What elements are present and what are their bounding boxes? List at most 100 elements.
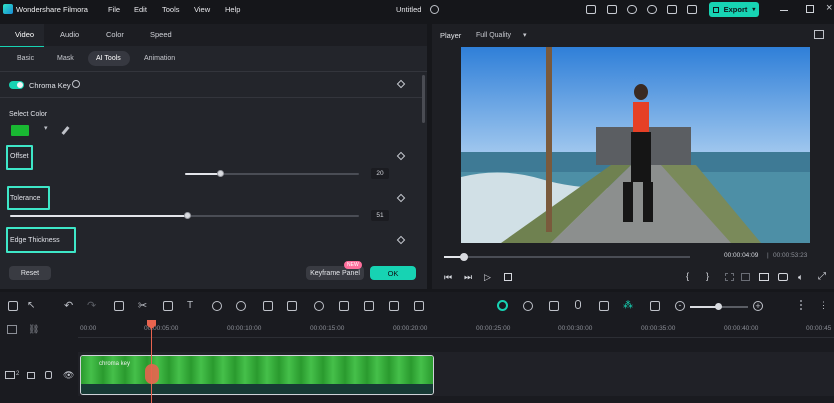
apps-grid-icon[interactable] xyxy=(687,5,697,14)
tab-color[interactable]: Color xyxy=(106,30,124,39)
split-scissors-icon[interactable]: ✂ xyxy=(138,299,147,312)
zoom-slider-fill xyxy=(690,306,718,308)
audio-adjust-icon[interactable] xyxy=(287,301,297,311)
adjust-icon[interactable] xyxy=(364,301,374,311)
snapshot-frame-icon[interactable] xyxy=(814,30,824,39)
link-icon[interactable]: ⛓︎ xyxy=(28,324,39,335)
camera-snapshot-icon[interactable] xyxy=(778,273,788,281)
select-tool-icon[interactable]: ↖ xyxy=(27,300,35,311)
ai-tools-icon[interactable] xyxy=(314,301,324,311)
reset-button[interactable]: Reset xyxy=(9,266,51,280)
cloud-icon[interactable] xyxy=(627,5,637,14)
audio-split-icon[interactable] xyxy=(389,301,399,311)
pip-icon[interactable] xyxy=(650,301,660,311)
track-visibility-icon[interactable]: 👁︎ xyxy=(63,370,74,381)
menu-view[interactable]: View xyxy=(194,5,210,14)
display-icon[interactable] xyxy=(759,273,769,281)
color-dropdown-chevron-icon[interactable]: ▾ xyxy=(44,124,48,132)
ruler-label: 00:00:20:00 xyxy=(393,325,428,332)
track-lock-icon[interactable] xyxy=(45,371,52,379)
layout-icon[interactable] xyxy=(586,5,596,14)
notification-icon[interactable] xyxy=(667,5,677,14)
previous-frame-icon[interactable]: ⏮ xyxy=(444,272,452,283)
tolerance-value[interactable]: 51 xyxy=(371,210,389,221)
video-preview[interactable] xyxy=(461,47,810,243)
help-icon[interactable] xyxy=(72,80,80,88)
clip-frames xyxy=(81,356,433,384)
mark-in-icon[interactable]: { xyxy=(686,271,689,281)
subtab-basic[interactable]: Basic xyxy=(17,55,34,62)
save-status-icon xyxy=(430,5,439,14)
subtab-divider xyxy=(0,71,427,72)
delete-icon[interactable] xyxy=(114,301,124,311)
volume-icon[interactable]: 🔈︎ xyxy=(798,272,803,283)
stabilize-icon[interactable] xyxy=(263,301,273,311)
offset-value[interactable]: 20 xyxy=(371,168,389,179)
menu-help[interactable]: Help xyxy=(225,5,240,14)
color-swatch[interactable] xyxy=(11,125,29,136)
chroma-key-toggle[interactable] xyxy=(9,81,24,89)
more-tools-icon[interactable] xyxy=(414,301,424,311)
voiceover-icon[interactable] xyxy=(599,301,609,311)
timeline-expand-icon[interactable]: ⋮ xyxy=(819,300,828,311)
menu-edit[interactable]: Edit xyxy=(134,5,147,14)
tab-speed[interactable]: Speed xyxy=(150,30,172,39)
speed-icon[interactable] xyxy=(212,301,222,311)
text-icon[interactable]: T xyxy=(187,300,193,311)
export-button[interactable]: Export ▾ xyxy=(709,2,759,17)
menu-file[interactable]: File xyxy=(108,5,120,14)
subtab-animation[interactable]: Animation xyxy=(144,55,175,62)
quality-dropdown[interactable]: Full Quality ▾ xyxy=(476,31,526,39)
mark-out-icon[interactable]: } xyxy=(706,271,709,281)
undo-icon[interactable]: ↶ xyxy=(64,299,73,312)
track-folder-icon[interactable] xyxy=(27,372,35,379)
crop-icon[interactable] xyxy=(163,301,173,311)
tab-audio[interactable]: Audio xyxy=(60,30,79,39)
chroma-key-title: Chroma Key xyxy=(29,81,71,90)
auto-highlight-icon[interactable] xyxy=(497,300,508,311)
headset-icon[interactable] xyxy=(647,5,657,14)
microphone-icon[interactable] xyxy=(575,300,581,309)
fullscreen-toggle-icon[interactable] xyxy=(741,273,750,281)
ok-button[interactable]: OK xyxy=(370,266,416,280)
player-progress-track[interactable] xyxy=(444,256,690,258)
player-progress-knob[interactable] xyxy=(459,253,468,261)
tolerance-label: Tolerance xyxy=(10,195,41,202)
time-separator: | xyxy=(767,252,769,259)
restore-icon[interactable] xyxy=(806,5,814,13)
new-badge: NEW xyxy=(344,261,362,269)
stop-icon[interactable] xyxy=(504,273,512,281)
play-icon[interactable]: ▷ xyxy=(484,272,491,283)
add-track-icon[interactable] xyxy=(7,325,17,334)
zoom-in-icon[interactable]: + xyxy=(753,301,763,311)
keyframe-icon[interactable] xyxy=(339,301,349,311)
marker-icon[interactable] xyxy=(549,301,559,311)
grid-layout-icon[interactable] xyxy=(8,301,18,311)
color-icon[interactable] xyxy=(236,301,246,311)
save-icon[interactable] xyxy=(607,5,617,14)
panel-scrollbar[interactable] xyxy=(422,75,425,123)
tolerance-slider-knob[interactable] xyxy=(183,212,191,219)
minimize-icon[interactable] xyxy=(780,10,788,11)
zoom-slider-knob[interactable] xyxy=(715,303,722,310)
player-label: Player xyxy=(440,31,462,40)
subtab-mask[interactable]: Mask xyxy=(57,55,74,62)
clip-name: chroma key xyxy=(99,361,131,367)
playhead-clip-marker[interactable] xyxy=(145,364,159,384)
edge-thickness-label: Edge Thickness xyxy=(10,237,60,244)
tab-video[interactable]: Video xyxy=(15,30,34,39)
next-frame-icon[interactable]: ⏭ xyxy=(464,272,472,283)
snap-icon[interactable]: ⁂ xyxy=(623,300,633,311)
timeline-menu-icon[interactable] xyxy=(800,300,806,310)
video-clip[interactable]: chroma key xyxy=(80,355,434,395)
subtab-ai-tools[interactable]: AI Tools xyxy=(96,55,121,62)
expand-icon[interactable]: ⤢ xyxy=(818,271,826,282)
quality-value: Full Quality xyxy=(476,32,512,39)
redo-icon[interactable]: ↷ xyxy=(87,299,96,312)
zoom-out-icon[interactable]: - xyxy=(675,301,685,311)
render-icon[interactable] xyxy=(523,301,533,311)
menu-tools[interactable]: Tools xyxy=(162,5,180,14)
render-preview-icon[interactable] xyxy=(725,273,734,281)
offset-slider-knob[interactable] xyxy=(216,170,224,177)
close-icon[interactable]: × xyxy=(826,2,832,14)
